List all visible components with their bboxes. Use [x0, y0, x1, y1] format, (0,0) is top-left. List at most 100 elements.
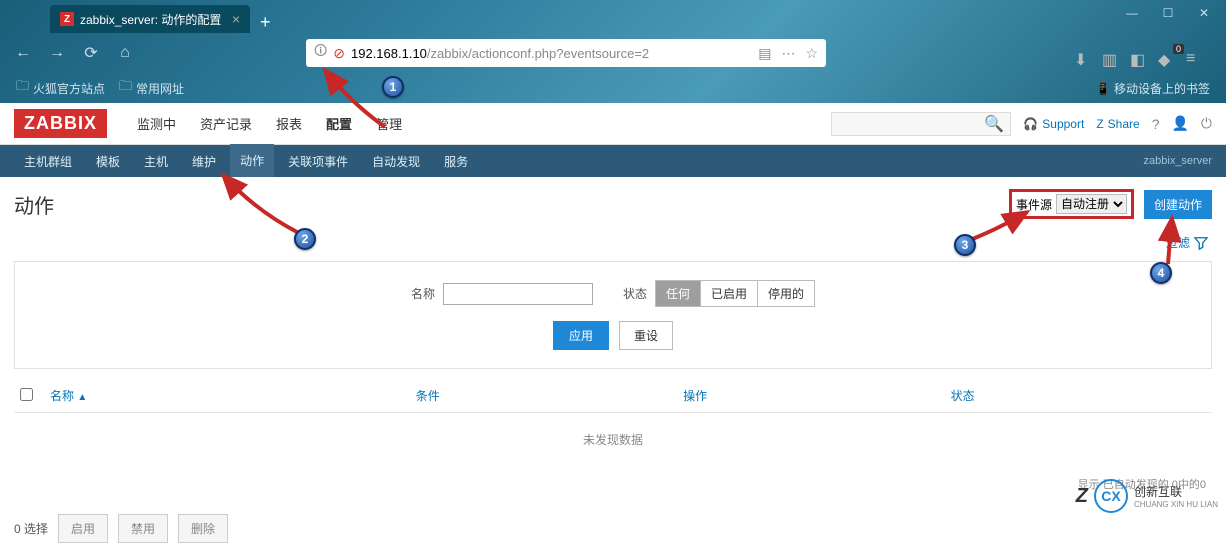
funnel-icon [1194, 236, 1208, 250]
subnav-maintenance[interactable]: 维护 [182, 145, 226, 178]
mobile-icon: 📱 [1096, 82, 1111, 96]
ext-download-icon[interactable]: ⬇ [1074, 50, 1094, 70]
filter-apply-button[interactable]: 应用 [553, 321, 609, 350]
status-any[interactable]: 任何 [656, 281, 701, 306]
sort-asc-icon: ▲ [77, 392, 87, 403]
bookmark-common[interactable]: 🗀常用网址 [119, 77, 184, 99]
home-button[interactable]: ⌂ [112, 40, 138, 66]
qr-icon[interactable]: ▤ [758, 45, 771, 62]
bulk-disable-button[interactable]: 禁用 [118, 514, 168, 543]
power-icon[interactable]: ⏻ [1201, 115, 1212, 132]
event-source-box: 事件源 自动注册 [1009, 189, 1134, 219]
nav-configuration[interactable]: 配置 [316, 108, 362, 139]
filter-status-label: 状态 [623, 285, 647, 302]
more-icon[interactable]: ⋯ [781, 45, 795, 62]
bulk-enable-button[interactable]: 启用 [58, 514, 108, 543]
subnav-services[interactable]: 服务 [434, 145, 478, 178]
filter-name-label: 名称 [411, 285, 435, 302]
subnav-discovery[interactable]: 自动发现 [362, 145, 430, 178]
browser-chrome: — ☐ ✕ Z zabbix_server: 动作的配置 × + ← → ⟳ ⌂… [0, 0, 1226, 103]
bulk-delete-button[interactable]: 删除 [178, 514, 228, 543]
status-segmented: 任何 已启用 停用的 [655, 280, 815, 307]
url-bar[interactable]: 🛈 ⊘ 192.168.1.10/zabbix/actionconf.php?e… [306, 39, 826, 67]
callout-2: 2 [294, 228, 316, 250]
page-header: 动作 事件源 自动注册 创建动作 [0, 177, 1226, 231]
win-close[interactable]: ✕ [1190, 6, 1218, 20]
bottom-actions: 0 选择 启用 禁用 删除 [0, 502, 1226, 555]
col-name[interactable]: 名称 ▲ [44, 379, 410, 413]
nav-administration[interactable]: 管理 [366, 108, 412, 139]
folder-icon: 🗀 [16, 77, 29, 99]
select-all-header[interactable] [14, 379, 44, 413]
search-icon: 🔍 [984, 114, 1004, 134]
zabbix-header: ZABBIX 监测中 资产记录 报表 配置 管理 🔍 🎧Support ZSha… [0, 103, 1226, 145]
user-icon[interactable]: 👤 [1171, 115, 1188, 132]
bookmarks-bar: 🗀火狐官方站点 🗀常用网址 📱 移动设备上的书签 [0, 73, 1226, 103]
ext-adblock-icon[interactable]: ◆0 [1158, 50, 1178, 70]
no-data-message: 未发现数据 [14, 413, 1212, 467]
filter-toggle[interactable]: 过滤 [1166, 234, 1208, 251]
mobile-bookmarks[interactable]: 📱 移动设备上的书签 [1096, 80, 1210, 97]
help-icon[interactable]: ? [1152, 116, 1160, 132]
filter-panel: 名称 状态 任何 已启用 停用的 应用 重设 [14, 261, 1212, 369]
bookmark-firefox[interactable]: 🗀火狐官方站点 [16, 77, 105, 99]
win-min[interactable]: — [1118, 6, 1146, 20]
ext-library-icon[interactable]: ▥ [1102, 50, 1122, 70]
filter-reset-button[interactable]: 重设 [619, 321, 673, 350]
win-max[interactable]: ☐ [1154, 6, 1182, 20]
forward-button[interactable]: → [44, 40, 70, 66]
event-source-label: 事件源 [1016, 196, 1052, 213]
support-link[interactable]: 🎧Support [1023, 117, 1084, 131]
subnav-actions[interactable]: 动作 [230, 144, 274, 179]
table-footer: 显示 已自动发现的 0中的0 [14, 466, 1212, 502]
tracking-block-icon: ⊘ [333, 45, 345, 62]
z-symbol: Z [1076, 485, 1088, 508]
url-path: /zabbix/actionconf.php?eventsource=2 [427, 46, 649, 61]
share-link[interactable]: ZShare [1096, 117, 1139, 131]
corner-watermark: Z CX 创新互联CHUANG XIN HU LIAN [1076, 479, 1218, 513]
subnav-correlation[interactable]: 关联项事件 [278, 145, 358, 178]
share-icon: Z [1096, 117, 1103, 131]
window-controls: — ☐ ✕ [1118, 6, 1218, 20]
nav-bar: ← → ⟳ ⌂ 🛈 ⊘ 192.168.1.10/zabbix/actionco… [0, 33, 1226, 73]
col-status[interactable]: 状态 [945, 379, 1212, 413]
filter-name-input[interactable] [443, 283, 593, 305]
status-disabled[interactable]: 停用的 [758, 281, 814, 306]
callout-3: 3 [954, 234, 976, 256]
create-action-button[interactable]: 创建动作 [1144, 190, 1212, 219]
ext-menu-icon[interactable]: ≡ [1186, 50, 1206, 70]
nav-reports[interactable]: 报表 [266, 108, 312, 139]
global-search[interactable]: 🔍 [831, 112, 1011, 136]
col-conditions[interactable]: 条件 [410, 379, 677, 413]
reload-button[interactable]: ⟳ [78, 40, 104, 66]
subnav-hostgroups[interactable]: 主机群组 [14, 145, 82, 178]
select-all-checkbox[interactable] [20, 388, 33, 401]
server-name: zabbix_server [1144, 155, 1212, 167]
status-enabled[interactable]: 已启用 [701, 281, 758, 306]
sub-nav: 主机群组 模板 主机 维护 动作 关联项事件 自动发现 服务 zabbix_se… [0, 145, 1226, 177]
back-button[interactable]: ← [10, 40, 36, 66]
zabbix-logo[interactable]: ZABBIX [14, 109, 107, 138]
page-title: 动作 [14, 190, 54, 219]
extensions: ⬇ ▥ ◧ ◆0 ≡ [1074, 50, 1206, 70]
nav-monitoring[interactable]: 监测中 [127, 108, 186, 139]
actions-table: 名称 ▲ 条件 操作 状态 未发现数据 显示 已自动发现的 0中的0 [14, 379, 1212, 502]
ext-sidebar-icon[interactable]: ◧ [1130, 50, 1150, 70]
tab-close-icon[interactable]: × [232, 11, 240, 27]
tab-title: zabbix_server: 动作的配置 [80, 11, 221, 28]
nav-inventory[interactable]: 资产记录 [190, 108, 262, 139]
tab-favicon: Z [60, 12, 74, 26]
tab-bar: Z zabbix_server: 动作的配置 × + [0, 0, 1226, 33]
shield-icon: 🛈 [314, 42, 327, 64]
subnav-hosts[interactable]: 主机 [134, 145, 178, 178]
new-tab-button[interactable]: + [250, 12, 281, 33]
circle-logo: CX [1094, 479, 1128, 513]
star-icon[interactable]: ☆ [805, 45, 818, 62]
col-operations[interactable]: 操作 [677, 379, 944, 413]
folder-icon: 🗀 [119, 77, 132, 99]
main-nav: 监测中 资产记录 报表 配置 管理 [127, 108, 412, 139]
browser-tab[interactable]: Z zabbix_server: 动作的配置 × [50, 5, 250, 33]
selection-count: 0 选择 [14, 520, 48, 537]
subnav-templates[interactable]: 模板 [86, 145, 130, 178]
event-source-select[interactable]: 自动注册 [1056, 194, 1127, 214]
